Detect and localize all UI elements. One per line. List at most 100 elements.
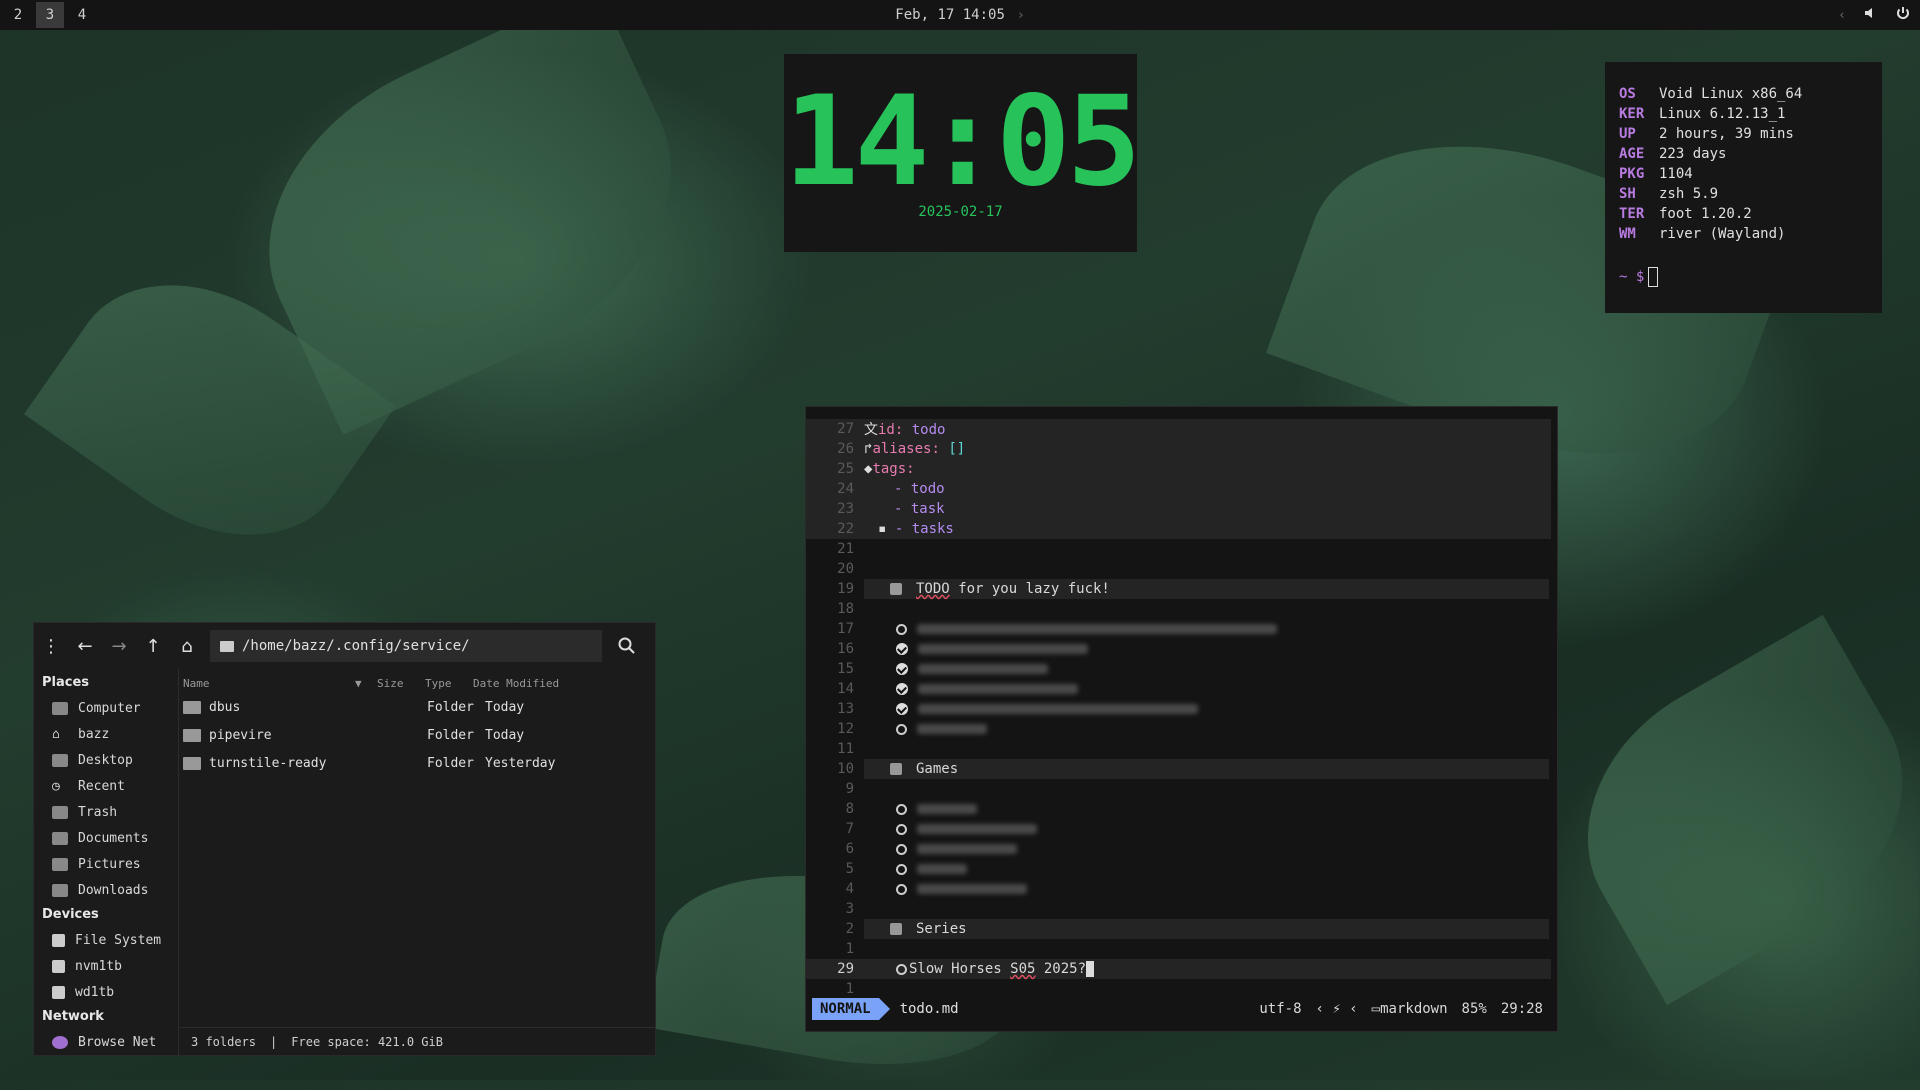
- editor-line[interactable]: 4: [806, 879, 1551, 899]
- checked-circle-icon[interactable]: [896, 643, 908, 655]
- file-modified: Today: [485, 727, 525, 743]
- fetch-value: river (Wayland): [1659, 226, 1786, 242]
- redacted-text: [917, 804, 977, 814]
- editor-line[interactable]: 16: [806, 639, 1551, 659]
- editor-line[interactable]: 13: [806, 699, 1551, 719]
- editor-line[interactable]: 17: [806, 619, 1551, 639]
- editor-line[interactable]: 1: [806, 979, 1551, 999]
- sidebar-item-downloads[interactable]: Downloads: [52, 883, 148, 898]
- editor-line[interactable]: 14: [806, 679, 1551, 699]
- editor-window[interactable]: 27 文id: todo 26 ↱aliases: [] 25 ◆tags: 24- …: [805, 406, 1558, 1032]
- chevron-left-icon[interactable]: ‹: [1838, 8, 1846, 23]
- shell-prompt[interactable]: ~ $: [1619, 267, 1659, 287]
- search-icon[interactable]: [610, 629, 644, 663]
- unchecked-circle-icon[interactable]: [896, 723, 907, 735]
- unchecked-circle-icon[interactable]: [896, 963, 907, 975]
- editor-line[interactable]: 23 - task: [806, 499, 1551, 519]
- file-manager-window: ⋮ ← → ↑ ⌂ /home/bazz/.config/service/ Pl…: [33, 622, 656, 1056]
- editor-line[interactable]: 2 Series: [806, 919, 1551, 939]
- editor-line[interactable]: 18: [806, 599, 1551, 619]
- editor-line[interactable]: 27 文id: todo: [806, 419, 1551, 439]
- bar-clock[interactable]: Feb, 17 14:05 ›: [0, 0, 1920, 30]
- editor-line[interactable]: 25 ◆tags:: [806, 459, 1551, 479]
- sidebar-item-documents[interactable]: Documents: [52, 831, 148, 846]
- editor-line[interactable]: 26 ↱aliases: []: [806, 439, 1551, 459]
- editor-line[interactable]: 22 ▪ - tasks: [806, 519, 1551, 539]
- forward-arrow-icon[interactable]: →: [102, 629, 136, 663]
- sidebar-item-browse-net[interactable]: Browse Net: [52, 1035, 156, 1050]
- unchecked-circle-icon[interactable]: [896, 863, 907, 875]
- unchecked-circle-icon[interactable]: [896, 623, 907, 635]
- checked-circle-icon[interactable]: [896, 683, 908, 695]
- line-number: 29: [837, 961, 854, 977]
- editor-line[interactable]: 12: [806, 719, 1551, 739]
- sidebar-item-home[interactable]: ⌂ bazz: [52, 727, 109, 742]
- redacted-text: [917, 824, 1037, 834]
- editor-line[interactable]: 20: [806, 559, 1551, 579]
- line-number: 1: [845, 981, 854, 997]
- editor-line[interactable]: 7: [806, 819, 1551, 839]
- up-arrow-icon[interactable]: ↑: [136, 629, 170, 663]
- editor-line[interactable]: 24 - todo: [806, 479, 1551, 499]
- column-header-type[interactable]: Type: [425, 677, 452, 690]
- status-filetype: ▭markdown: [1372, 1001, 1448, 1017]
- clock-widget: 14:05 2025-02-17: [784, 54, 1141, 252]
- file-row[interactable]: dbus Folder Today: [183, 695, 643, 719]
- unchecked-circle-icon[interactable]: [896, 883, 907, 895]
- unchecked-circle-icon[interactable]: [896, 843, 907, 855]
- editor-line[interactable]: 1: [806, 939, 1551, 959]
- status-right: utf-8 ‹ ⚡ ‹ ▭markdown 85% 29:28: [1259, 1001, 1551, 1017]
- checked-circle-icon[interactable]: [896, 663, 908, 675]
- network-heading: Network: [42, 1009, 104, 1024]
- path-bar[interactable]: /home/bazz/.config/service/: [210, 630, 602, 662]
- status-percent: 85%: [1461, 1001, 1487, 1017]
- sidebar-item-wd1tb[interactable]: wd1tb: [52, 985, 114, 1000]
- status-filename: todo.md: [899, 1001, 959, 1017]
- sidebar-item-recent[interactable]: ◷ Recent: [52, 779, 125, 794]
- sidebar-item-trash[interactable]: Trash: [52, 805, 117, 820]
- sidebar-label: Downloads: [78, 883, 149, 898]
- editor-line[interactable]: 3: [806, 899, 1551, 919]
- editor-line[interactable]: 5: [806, 859, 1551, 879]
- volume-icon[interactable]: [1864, 6, 1878, 24]
- sidebar-item-filesystem[interactable]: File System: [52, 933, 161, 948]
- line-number: 15: [837, 661, 854, 677]
- fetch-row-ker: KER Linux 6.12.13_1: [1619, 106, 1785, 122]
- file-row[interactable]: turnstile-ready Folder Yesterday: [183, 751, 643, 775]
- sort-down-icon[interactable]: ▼: [355, 677, 362, 690]
- mode-separator: [878, 998, 890, 1020]
- fetch-row-up: UP 2 hours, 39 mins: [1619, 126, 1794, 142]
- column-header-size[interactable]: Size: [377, 677, 404, 690]
- editor-line[interactable]: 9: [806, 779, 1551, 799]
- editor-line[interactable]: 15: [806, 659, 1551, 679]
- fetch-row-age: AGE 223 days: [1619, 146, 1726, 162]
- editor-line[interactable]: 6: [806, 839, 1551, 859]
- sidebar-item-nvm1tb[interactable]: nvm1tb: [52, 959, 122, 974]
- unchecked-circle-icon[interactable]: [896, 823, 907, 835]
- unchecked-circle-icon[interactable]: [896, 803, 907, 815]
- prompt-text: ~ $: [1619, 269, 1645, 285]
- power-icon[interactable]: [1896, 6, 1910, 24]
- editor-current-line[interactable]: 29 Slow Horses S05 2025?: [806, 959, 1551, 979]
- mode-indicator: NORMAL: [812, 998, 879, 1020]
- column-header-modified[interactable]: Date Modified: [473, 677, 559, 690]
- file-row[interactable]: pipevire Folder Today: [183, 723, 643, 747]
- path-text: /home/bazz/.config/service/: [242, 638, 470, 654]
- menu-kebab-icon[interactable]: ⋮: [34, 629, 68, 663]
- column-header-name[interactable]: Name: [183, 677, 210, 690]
- editor-line[interactable]: 19 TODO for you lazy fuck!: [806, 579, 1551, 599]
- editor-line[interactable]: 8: [806, 799, 1551, 819]
- checked-circle-icon[interactable]: [896, 703, 908, 715]
- editor-line[interactable]: 21: [806, 539, 1551, 559]
- fetch-terminal[interactable]: OS Void Linux x86_64 KER Linux 6.12.13_1 U…: [1605, 62, 1882, 313]
- editor-line[interactable]: 10 Games: [806, 759, 1551, 779]
- fetch-value: 1104: [1659, 166, 1693, 182]
- sidebar-item-computer[interactable]: Computer: [52, 701, 141, 716]
- sidebar-item-pictures[interactable]: Pictures: [52, 857, 141, 872]
- editor-line[interactable]: 11: [806, 739, 1551, 759]
- home-icon[interactable]: ⌂: [170, 629, 204, 663]
- fetch-key: TER: [1619, 206, 1645, 222]
- heading-icon: [890, 763, 902, 775]
- sidebar-item-desktop[interactable]: Desktop: [52, 753, 133, 768]
- back-arrow-icon[interactable]: ←: [68, 629, 102, 663]
